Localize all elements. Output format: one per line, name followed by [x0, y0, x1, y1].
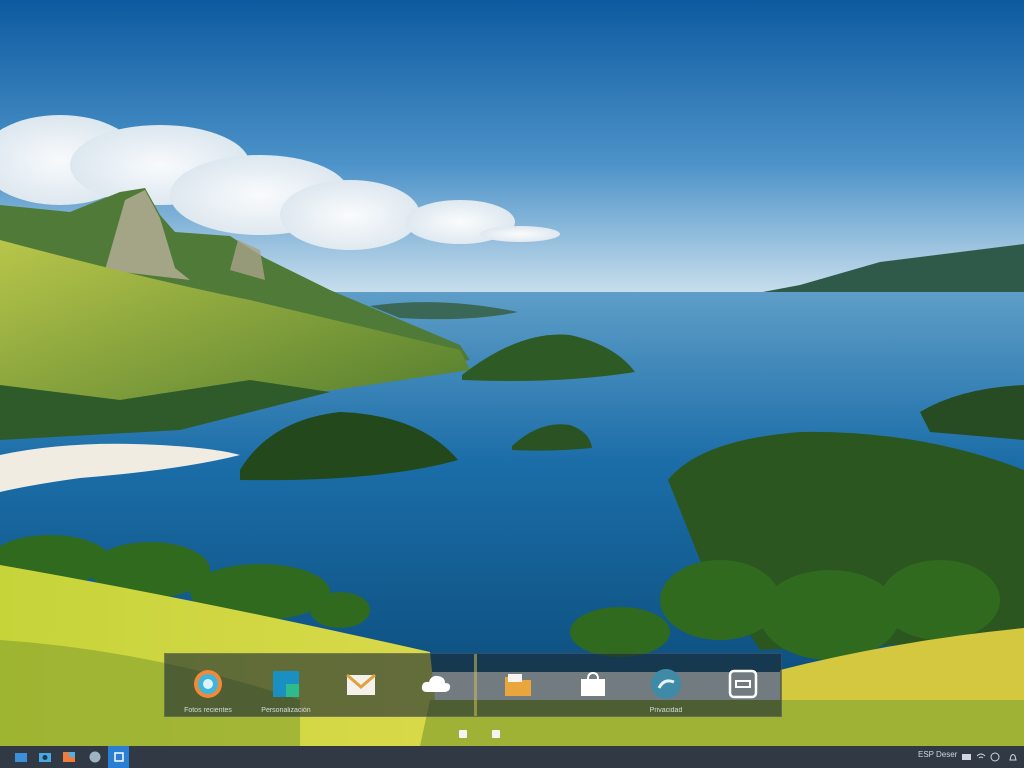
tray-text[interactable]: Deser [936, 750, 957, 759]
globe-icon[interactable] [88, 750, 102, 764]
language-indicator[interactable]: ESP [918, 750, 934, 759]
dock-item-label: Privacidad [649, 707, 683, 714]
camera-icon[interactable] [38, 750, 52, 764]
mail-icon [346, 673, 376, 695]
edge-icon [651, 669, 681, 699]
store-bag-icon [581, 671, 605, 696]
notification-icon[interactable] [1008, 752, 1018, 762]
dock-item-label: Personalización [261, 707, 311, 714]
dock-item-label: Fotos recientes [184, 707, 232, 714]
dock-item-cloud[interactable] [401, 662, 471, 716]
dock-item-photos[interactable]: Fotos recientes [173, 662, 243, 716]
store-app-icon [273, 671, 299, 697]
taskbar: ESP Deser [0, 746, 1024, 768]
cloud-icon [421, 675, 451, 692]
folder-icon [505, 674, 531, 696]
page-indicator-dot[interactable] [492, 730, 500, 738]
dock-item-store[interactable] [558, 662, 628, 716]
edge-icon[interactable] [112, 750, 126, 764]
network-icon[interactable] [990, 752, 1000, 762]
dock-item-folder[interactable] [483, 662, 553, 716]
dock-item-edge[interactable]: Privacidad [631, 662, 701, 716]
app-dock: Fotos recientes Personalización Privacid… [164, 653, 782, 717]
photos-icon [194, 670, 222, 698]
photos-icon[interactable] [62, 750, 76, 764]
dock-divider [474, 654, 477, 716]
dock-item-window[interactable] [708, 662, 778, 716]
dock-item-store-app[interactable]: Personalización [251, 662, 321, 716]
file-explorer-icon[interactable] [14, 750, 28, 764]
battery-icon[interactable] [962, 752, 972, 762]
dock-item-mail[interactable] [326, 662, 396, 716]
page-indicator-dot[interactable] [459, 730, 467, 738]
wifi-icon[interactable] [976, 752, 986, 762]
window-icon [728, 669, 758, 699]
